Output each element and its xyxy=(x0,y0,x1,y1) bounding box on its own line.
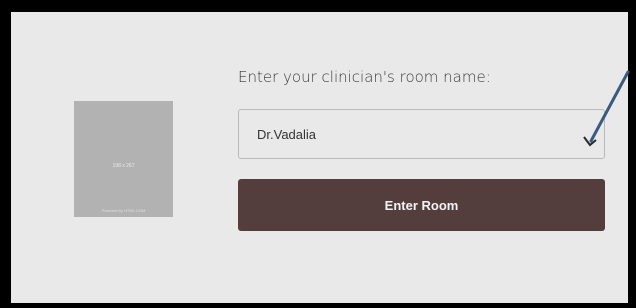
enter-room-button[interactable]: Enter Room xyxy=(238,179,605,231)
placeholder-powered-by: Powered by HTML.COM xyxy=(101,208,146,213)
room-name-value: Dr.Vadalia xyxy=(257,126,317,142)
room-name-input[interactable]: Dr.Vadalia xyxy=(238,109,605,159)
room-name-prompt: Enter your clinician's room name: xyxy=(238,68,491,86)
enter-room-label: Enter Room xyxy=(384,197,459,213)
placeholder-image: 198 x 267 Powered by HTML.COM xyxy=(74,101,173,217)
placeholder-dimensions: 198 x 267 xyxy=(112,163,135,169)
